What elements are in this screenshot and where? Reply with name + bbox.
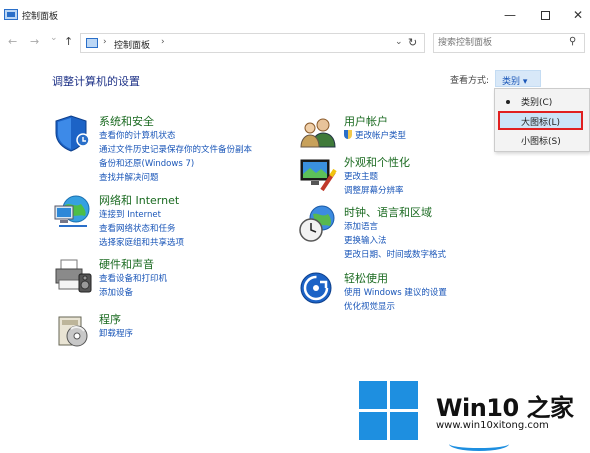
search-box[interactable]: ⚲ — [433, 33, 585, 53]
view-by-label: 查看方式: — [450, 76, 490, 86]
menu-item-label: 类别(C) — [521, 98, 553, 108]
category-title[interactable]: 硬件和声音 — [99, 256, 154, 272]
title-bar: 控制面板 — ✕ — [0, 0, 590, 32]
close-icon: ✕ — [572, 8, 584, 22]
watermark-brand: Win10 之家 — [436, 394, 574, 422]
watermark-url: www.win10xitong.com — [436, 420, 549, 431]
close-button[interactable]: ✕ — [560, 0, 590, 30]
control-panel-icon — [4, 9, 18, 20]
link-troubleshoot[interactable]: 查找并解决问题 — [99, 171, 252, 185]
navigation-bar: ← → ⌄ ↑ › 控制面板 › ⌄ ↻ ⚲ — [0, 30, 590, 56]
view-by-dropdown[interactable]: 类别 ▾ — [495, 70, 541, 87]
forward-arrow-icon[interactable]: → — [30, 35, 39, 48]
category-title[interactable]: 外观和个性化 — [344, 154, 410, 170]
menu-item-large-icons[interactable]: 大图标(L) — [495, 112, 589, 130]
link-change-account-type[interactable]: 更改帐户类型 — [344, 129, 406, 143]
breadcrumb-control-panel[interactable]: 控制面板 — [114, 38, 150, 51]
menu-item-small-icons[interactable]: 小图标(S) — [495, 131, 589, 149]
users-icon[interactable] — [298, 113, 338, 153]
category-title[interactable]: 系统和安全 — [99, 113, 154, 129]
link-devices-printers[interactable]: 查看设备和打印机 — [99, 272, 167, 286]
minimize-button[interactable]: — — [492, 0, 528, 30]
menu-item-label: 大图标(L) — [521, 118, 561, 128]
breadcrumb-separator-icon[interactable]: › — [161, 37, 165, 47]
link-homegroup-sharing[interactable]: 选择家庭组和共享选项 — [99, 236, 184, 250]
link-connect-internet[interactable]: 连接到 Internet — [99, 208, 184, 222]
minimize-icon: — — [504, 8, 516, 22]
win10-watermark: Win10 之家 www.win10xitong.com — [359, 380, 590, 453]
programs-disc-icon[interactable] — [53, 311, 93, 351]
uac-shield-icon — [344, 130, 352, 139]
menu-item-category[interactable]: 类别(C) — [495, 92, 589, 110]
link-recommended-settings[interactable]: 使用 Windows 建议的设置 — [344, 286, 447, 300]
link-optimize-visual-display[interactable]: 优化视觉显示 — [344, 300, 447, 314]
link-change-theme[interactable]: 更改主题 — [344, 170, 404, 184]
breadcrumb-separator-icon[interactable]: › — [103, 37, 107, 47]
category-title[interactable]: 程序 — [99, 311, 121, 327]
selected-bullet-icon — [506, 100, 510, 104]
link-network-status[interactable]: 查看网络状态和任务 — [99, 222, 184, 236]
recent-locations-chevron-icon[interactable]: ⌄ — [50, 33, 58, 43]
address-bar[interactable]: › 控制面板 › ⌄ ↻ — [80, 33, 425, 53]
refresh-icon[interactable]: ↻ — [408, 36, 417, 49]
search-icon[interactable]: ⚲ — [569, 36, 576, 47]
category-title[interactable]: 时钟、语言和区域 — [344, 204, 432, 220]
link-file-history-backup[interactable]: 通过文件历史记录保存你的文件备份副本 — [99, 143, 252, 157]
control-panel-icon — [86, 38, 98, 48]
maximize-button[interactable] — [527, 0, 563, 30]
shield-icon[interactable] — [53, 113, 93, 153]
category-title[interactable]: 轻松使用 — [344, 270, 388, 286]
network-globe-icon[interactable] — [53, 192, 93, 232]
link-view-computer-status[interactable]: 查看你的计算机状态 — [99, 129, 252, 143]
link-label: 更改帐户类型 — [355, 131, 407, 141]
address-dropdown-icon[interactable]: ⌄ — [395, 37, 403, 47]
clock-globe-icon[interactable] — [298, 204, 338, 244]
menu-item-label: 小图标(S) — [521, 137, 561, 147]
link-backup-restore-win7[interactable]: 备份和还原(Windows 7) — [99, 157, 252, 171]
link-uninstall-program[interactable]: 卸载程序 — [99, 327, 133, 341]
category-title[interactable]: 用户帐户 — [344, 113, 388, 129]
up-arrow-icon[interactable]: ↑ — [64, 35, 73, 48]
back-arrow-icon[interactable]: ← — [8, 35, 17, 48]
link-change-input-method[interactable]: 更换输入法 — [344, 234, 446, 248]
category-title[interactable]: 网络和 Internet — [99, 192, 179, 208]
search-input[interactable] — [438, 36, 566, 50]
link-add-language[interactable]: 添加语言 — [344, 220, 446, 234]
page-title: 调整计算机的设置 — [52, 75, 140, 88]
view-by-menu: 类别(C) 大图标(L) 小图标(S) — [494, 88, 590, 152]
link-screen-resolution[interactable]: 调整屏幕分辨率 — [344, 184, 404, 198]
accessibility-icon[interactable] — [298, 270, 338, 310]
printer-icon[interactable] — [53, 256, 93, 296]
maximize-icon — [540, 10, 550, 20]
monitor-paint-icon[interactable] — [298, 154, 338, 194]
link-add-device[interactable]: 添加设备 — [99, 286, 167, 300]
watermark-swoosh — [449, 437, 509, 451]
link-change-date-time-format[interactable]: 更改日期、时间或数字格式 — [344, 248, 446, 262]
window-title: 控制面板 — [22, 12, 59, 22]
windows-logo-icon — [359, 381, 419, 441]
